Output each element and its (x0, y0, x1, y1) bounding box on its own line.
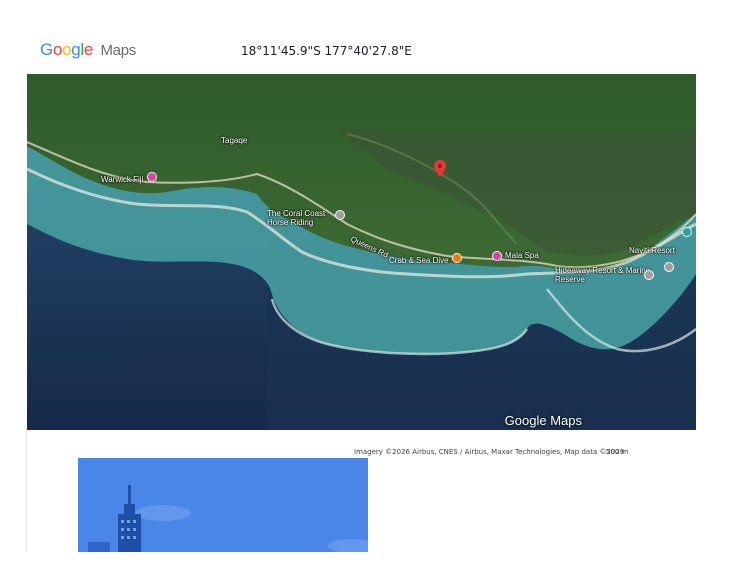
place-label-horse-riding[interactable]: The Coral Coast Horse Riding (267, 209, 337, 227)
hotel-pin-icon[interactable] (664, 262, 674, 272)
logo-maps-word: Maps (100, 42, 136, 59)
city-building-illustration (78, 458, 368, 552)
hotel-pin-icon[interactable] (147, 172, 157, 182)
spa-pin-icon[interactable] (492, 251, 502, 261)
place-label-warwick[interactable]: Warwick Fiji (101, 175, 143, 184)
satellite-map[interactable]: Warwick Fiji Tagaqe The Coral Coast Hors… (27, 74, 696, 430)
restaurant-pin-icon[interactable] (452, 253, 462, 263)
place-label-mala-spa[interactable]: Mala Spa (505, 251, 539, 260)
promo-banner[interactable] (78, 458, 368, 552)
place-label-crab-dive[interactable]: Crab & Sea Dive (389, 256, 449, 265)
map-attribution[interactable]: Imagery ©2026 Airbus, CNES / Airbus, Max… (354, 448, 624, 456)
coordinates-label: 18°11'45.9"S 177°40'27.8"E (241, 44, 412, 58)
place-label-hideaway[interactable]: Hideaway Resort & Marine Reserve (555, 266, 655, 284)
location-marker-icon[interactable] (434, 160, 446, 177)
resort-pin-icon[interactable] (682, 227, 692, 237)
divider (26, 430, 27, 552)
scale-label[interactable]: 500 m (606, 448, 628, 456)
hotel-pin-icon[interactable] (644, 270, 654, 280)
google-maps-logo: Google Maps (40, 40, 136, 62)
map-watermark: Google Maps (504, 413, 582, 428)
logo-google-word: Google (40, 40, 94, 59)
place-label-naviti[interactable]: Naviti Resort (629, 246, 675, 255)
place-label-tagaqe[interactable]: Tagaqe (221, 136, 247, 145)
map-imagery (27, 74, 696, 430)
attraction-pin-icon[interactable] (335, 210, 345, 220)
